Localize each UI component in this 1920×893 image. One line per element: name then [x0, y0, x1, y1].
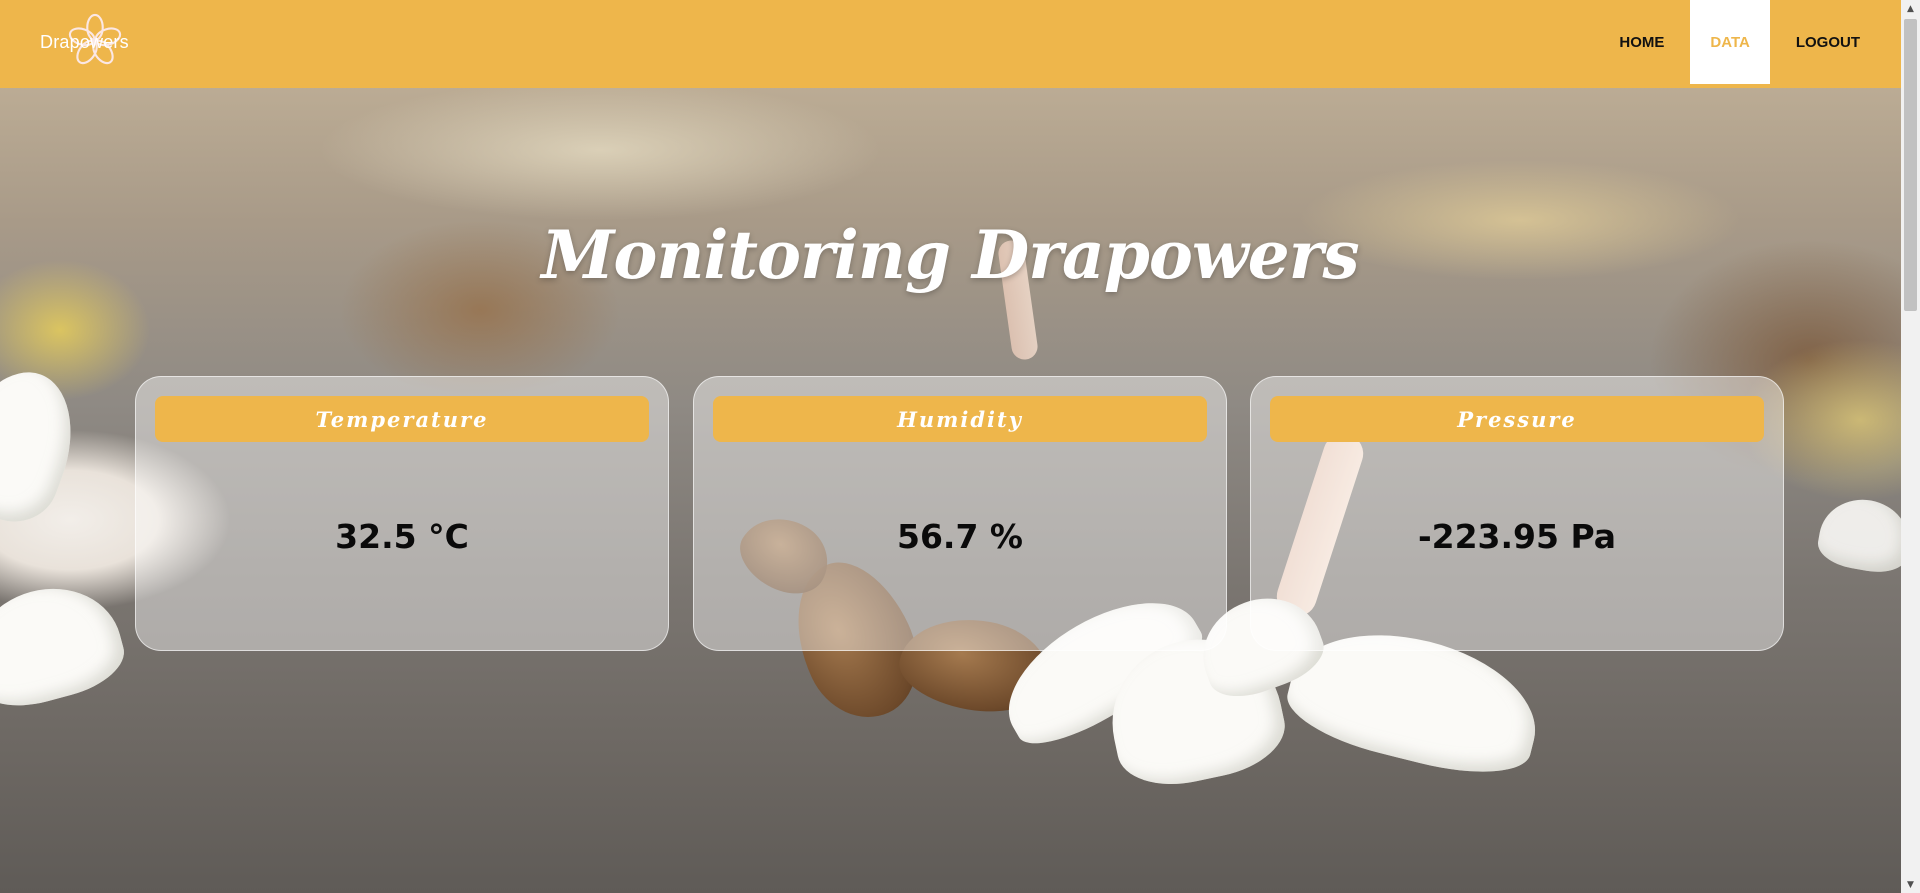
main-nav: HOME DATA LOGOUT	[1599, 0, 1880, 84]
temperature-card: Temperature 32.5 °C	[135, 376, 669, 651]
temperature-card-header: Temperature	[155, 396, 649, 442]
vertical-scrollbar[interactable]: ▲ ▼	[1901, 0, 1920, 893]
nav-logout-link[interactable]: LOGOUT	[1776, 0, 1880, 84]
pressure-card: Pressure -223.95 Pa	[1250, 376, 1784, 651]
scroll-up-arrow-icon[interactable]: ▲	[1901, 0, 1920, 17]
humidity-card: Humidity 56.7 %	[693, 376, 1227, 651]
scroll-down-arrow-icon[interactable]: ▼	[1901, 876, 1920, 893]
brand-link[interactable]: Drapowers	[40, 13, 129, 65]
temperature-value: 32.5 °C	[335, 517, 469, 556]
page-title: Monitoring Drapowers	[541, 216, 1359, 295]
humidity-value: 56.7 %	[897, 517, 1023, 556]
pressure-card-header: Pressure	[1270, 396, 1764, 442]
sensor-cards: Temperature 32.5 °C Humidity 56.7 % Pres…	[135, 376, 1785, 651]
page: Drapowers HOME DATA LOGOUT Monitoring Dr…	[0, 0, 1920, 893]
scrollbar-thumb[interactable]	[1904, 19, 1917, 311]
nav-home-link[interactable]: HOME	[1599, 0, 1684, 84]
nav-data-link[interactable]: DATA	[1690, 0, 1770, 84]
humidity-card-header: Humidity	[713, 396, 1207, 442]
top-navbar: Drapowers HOME DATA LOGOUT	[0, 0, 1920, 88]
brand-name: Drapowers	[40, 31, 129, 52]
pressure-value: -223.95 Pa	[1417, 517, 1617, 556]
